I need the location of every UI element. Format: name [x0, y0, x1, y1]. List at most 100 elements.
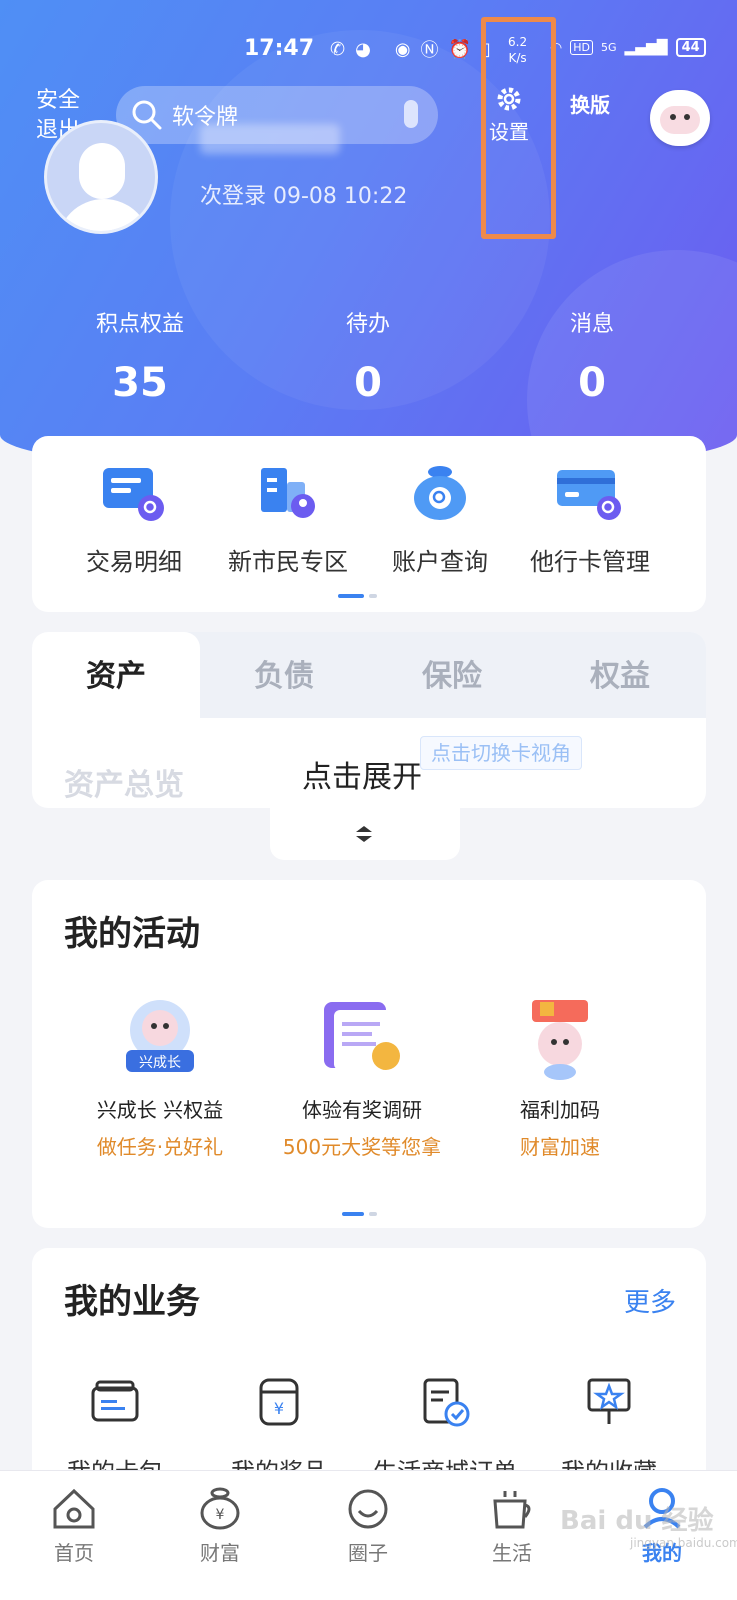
quick-action-label: 交易明细	[86, 548, 182, 576]
stat-value: 0	[354, 360, 382, 406]
tab-rights[interactable]: 权益	[536, 632, 704, 718]
activity-survey[interactable]: 体验有奖调研 500元大奖等您拿	[262, 992, 462, 1160]
quick-action-transaction-detail[interactable]: 交易明细	[54, 464, 214, 577]
search-icon	[132, 100, 162, 130]
mascot-eye	[670, 114, 676, 120]
quick-action-other-bank-card[interactable]: 他行卡管理	[510, 464, 670, 577]
eye-icon: ◉	[394, 38, 411, 60]
alarm-icon: ⏰	[448, 38, 471, 60]
status-icons: ✆ ◕ ◉ Ⓝ ⏰ ▯	[330, 36, 491, 62]
tab-assets[interactable]: 资产	[32, 632, 200, 718]
asset-tabs-card: 资产 负债 保险 权益 资产总览 点击切换卡视角 点击展开	[32, 632, 706, 808]
activity-title: 体验有奖调研	[302, 1098, 422, 1122]
switch-version-button[interactable]: 换版	[566, 94, 614, 116]
pager-dot	[369, 594, 377, 598]
mascot-face	[660, 106, 700, 134]
quick-action-label: 新市民专区	[228, 548, 348, 576]
settings-highlight-box	[481, 17, 556, 239]
activities-card: 我的活动 兴成长 兴成长 兴权益 做任务·兑好礼 体验有奖调研 500元大奖等您…	[32, 880, 706, 1228]
activity-badge: 兴成长	[139, 1055, 181, 1071]
expand-text[interactable]: 点击展开	[302, 752, 422, 796]
expand-handle[interactable]	[270, 808, 460, 860]
wealth-icon: ¥	[200, 1487, 240, 1530]
stat-value: 35	[112, 360, 168, 406]
status-bar: 17:47 ✆ ◕ ◉ Ⓝ ⏰ ▯ 6.2 K/s ◠ HD 5G ▂▄▆█ 4…	[0, 30, 737, 70]
pager-dot	[369, 1212, 377, 1216]
nav-wealth[interactable]: ¥ 财富	[170, 1485, 270, 1566]
user-avatar[interactable]	[44, 120, 158, 234]
mascot-eye	[684, 114, 690, 120]
switch-card-view-tag[interactable]: 点击切换卡视角	[420, 736, 582, 770]
nav-label: 首页	[54, 1541, 94, 1565]
life-icon	[493, 1491, 531, 1529]
network-type: 5G	[600, 41, 617, 54]
other-bank-card-icon	[555, 464, 625, 524]
tab-liabilities[interactable]: 负债	[200, 632, 368, 718]
stat-points[interactable]: 积点权益 35	[60, 306, 220, 406]
watermark: Bai du 经验	[560, 1506, 714, 1536]
quick-action-label: 账户查询	[392, 548, 488, 576]
circle-icon	[348, 1489, 388, 1529]
battery-level: 44	[675, 38, 706, 57]
asset-tabs: 资产 负债 保险 权益	[32, 632, 706, 718]
activity-growth-icon: 兴成长	[112, 992, 208, 1084]
svg-text:¥: ¥	[216, 1507, 225, 1523]
transaction-detail-icon	[99, 464, 169, 524]
mascot-avatar[interactable]	[650, 90, 710, 146]
svg-text:¥: ¥	[274, 1399, 284, 1418]
activity-bonus-icon	[512, 992, 608, 1084]
quick-action-new-citizen[interactable]: 新市民专区	[208, 464, 368, 577]
card-wallet-icon	[91, 1380, 139, 1422]
nav-life[interactable]: 生活	[462, 1485, 562, 1566]
missed-call-icon: ✆	[330, 38, 346, 60]
pager-dot-active	[342, 1212, 364, 1216]
favorite-icon	[587, 1378, 631, 1424]
prize-icon: ¥	[259, 1378, 299, 1426]
activity-growth[interactable]: 兴成长 兴成长 兴权益 做任务·兑好礼	[60, 992, 260, 1160]
microphone-icon[interactable]	[404, 100, 418, 128]
new-citizen-icon	[253, 464, 323, 524]
avatar-head	[79, 143, 125, 199]
asset-overview-title: 资产总览	[64, 768, 184, 803]
avatar-body	[57, 199, 151, 231]
home-icon	[53, 1488, 95, 1529]
activity-bonus[interactable]: 福利加码 财富加速	[460, 992, 660, 1160]
last-login-time: 次登录 09-08 10:22	[200, 184, 408, 209]
status-time: 17:47	[244, 36, 315, 61]
activity-survey-icon	[314, 992, 410, 1084]
activity-subtitle: 财富加速	[520, 1135, 600, 1159]
activity-title: 兴成长 兴权益	[96, 1098, 224, 1122]
quick-action-account-query[interactable]: 账户查询	[360, 464, 520, 577]
right-status-icons: ◠ HD 5G ▂▄▆█ 44	[550, 38, 706, 57]
stat-label: 消息	[569, 312, 614, 337]
activity-subtitle: 做任务·兑好礼	[96, 1135, 224, 1159]
hd-badge: HD	[570, 40, 593, 55]
stat-label: 积点权益	[95, 312, 184, 337]
nfc-icon: Ⓝ	[420, 40, 439, 61]
stat-messages[interactable]: 消息 0	[512, 306, 672, 406]
nav-label: 财富	[200, 1541, 240, 1565]
watermark-url: jingyan.baidu.com	[630, 1536, 737, 1550]
activities-pager	[342, 1212, 377, 1216]
business-title: 我的业务	[64, 1282, 200, 1322]
business-card: 我的业务 更多 我的卡包 ¥ 我的奖品 生活商城订单	[32, 1248, 706, 1508]
nav-circle[interactable]: 圈子	[318, 1485, 418, 1566]
nav-home[interactable]: 首页	[24, 1485, 124, 1566]
business-more-link[interactable]: 更多	[624, 1282, 676, 1319]
activity-subtitle: 500元大奖等您拿	[282, 1135, 442, 1159]
pager-dot-active	[338, 594, 364, 598]
stat-label: 待办	[345, 312, 390, 337]
account-query-icon	[405, 464, 475, 524]
nav-label: 生活	[492, 1541, 532, 1565]
quick-actions-card: 交易明细 新市民专区 账户查询 他行卡管理	[32, 436, 706, 612]
activities-title: 我的活动	[64, 914, 200, 954]
app-notification-icon: ◕	[355, 38, 371, 60]
quick-actions-pager	[338, 594, 377, 598]
stat-value: 0	[578, 360, 606, 406]
quick-action-label: 他行卡管理	[530, 548, 650, 576]
signal-icon: ▂▄▆█	[624, 39, 668, 56]
tab-insurance[interactable]: 保险	[368, 632, 536, 718]
stat-todo[interactable]: 待办 0	[288, 306, 448, 406]
activity-title: 福利加码	[520, 1098, 600, 1122]
nav-label: 圈子	[348, 1541, 388, 1565]
